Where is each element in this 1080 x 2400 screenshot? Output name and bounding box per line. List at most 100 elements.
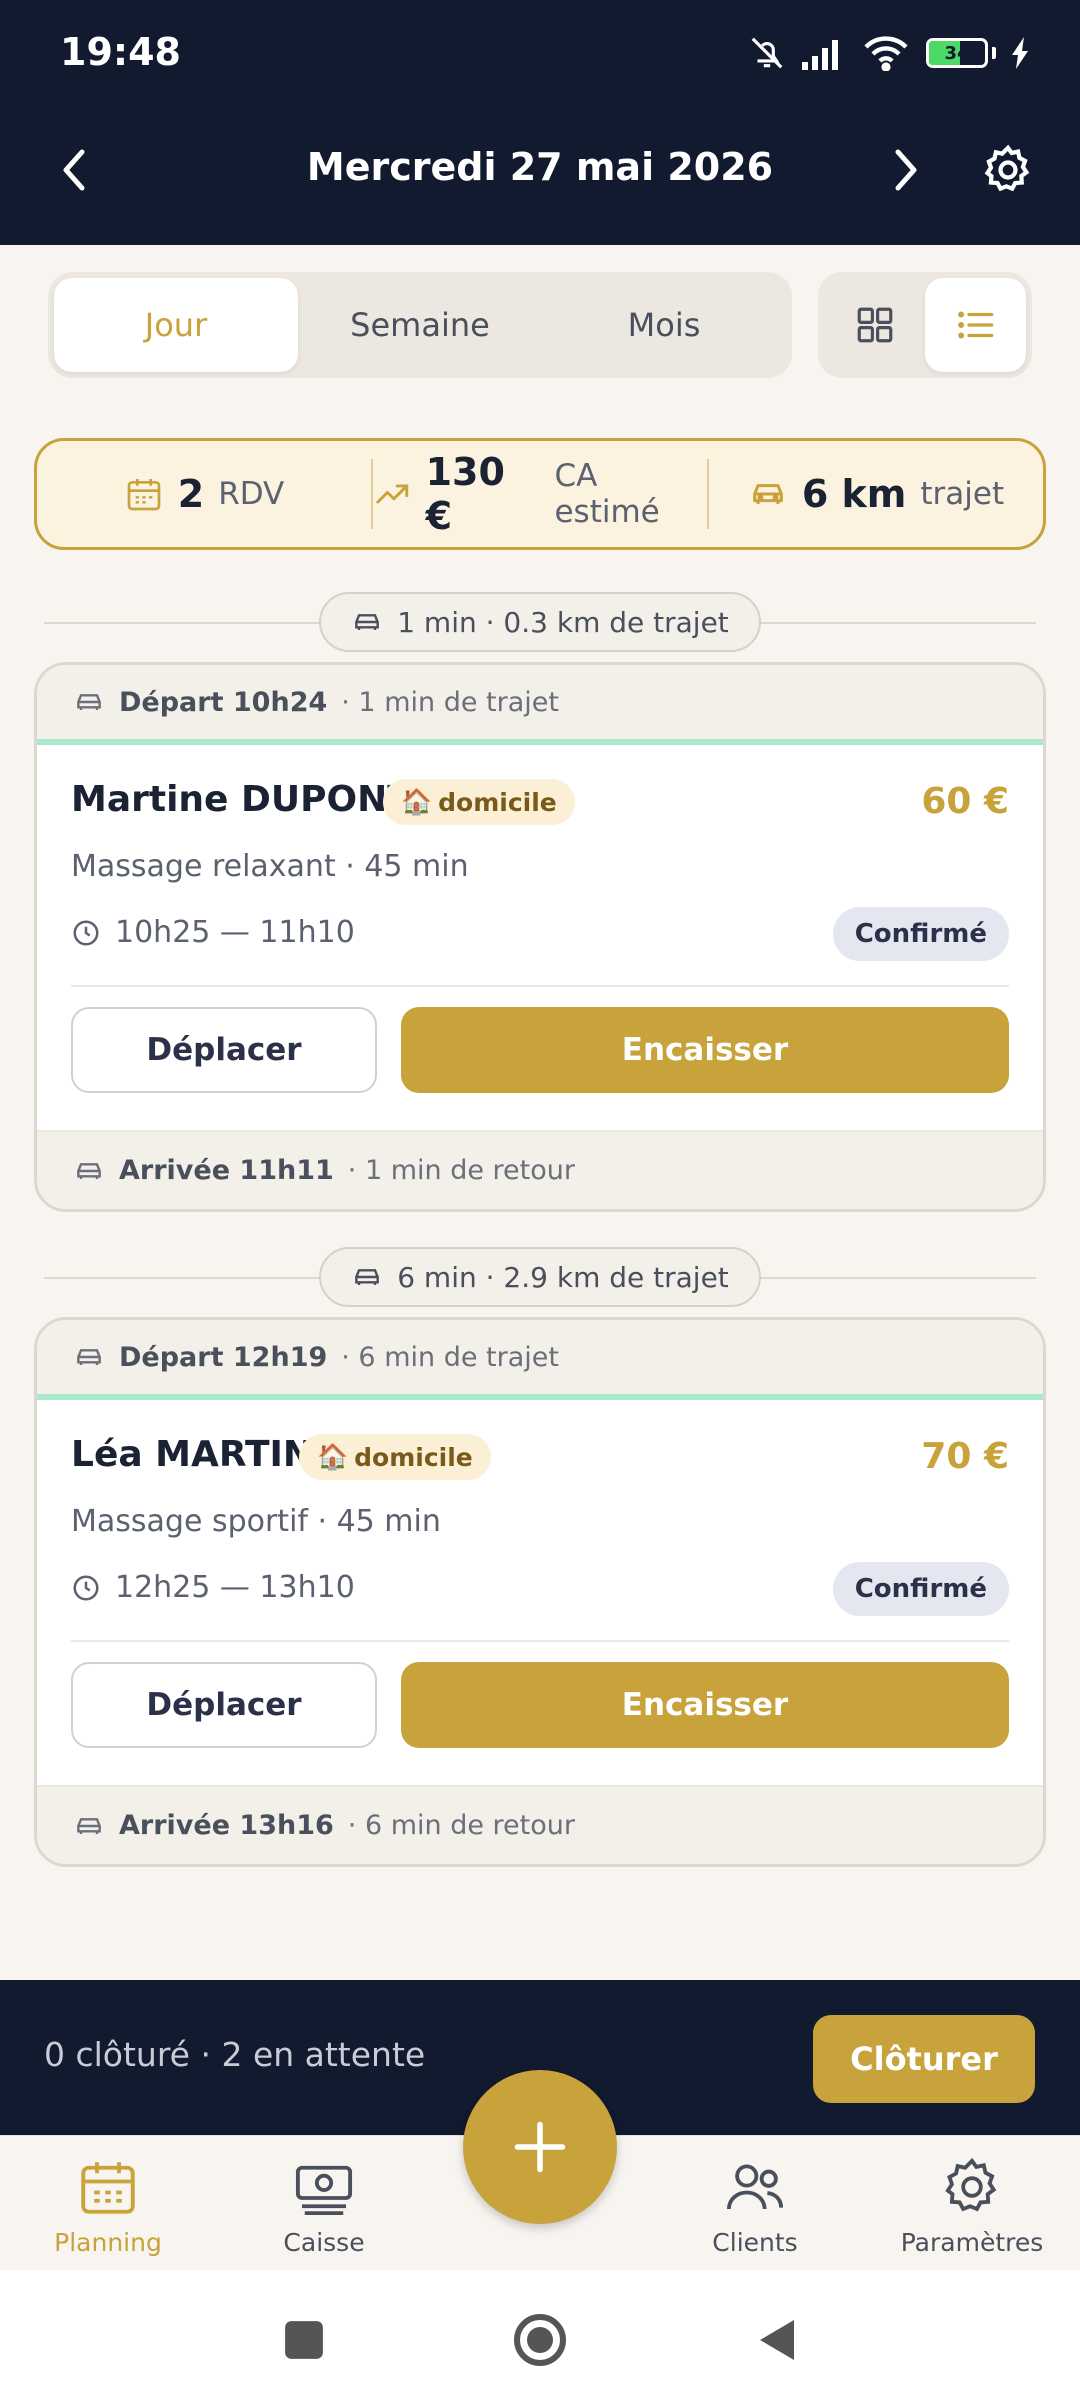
car-icon (77, 1349, 101, 1365)
car-icon (77, 694, 101, 710)
move-button[interactable]: Déplacer (71, 1662, 377, 1748)
divider (71, 1640, 1009, 1642)
house-icon: 🏠 (401, 787, 433, 816)
price: 70 € (921, 1436, 1009, 1477)
client-name: Martine DUPONT (71, 779, 412, 820)
km-label: trajet (920, 476, 1005, 512)
card-body: Léa MARTIN 🏠 domicile 70 € Massage sport… (37, 1400, 1043, 1785)
appointment-card[interactable]: Départ 12h19 · 6 min de trajet Léa MARTI… (34, 1317, 1046, 1867)
arrival-row: Arrivée 13h16 · 6 min de retour (37, 1785, 1043, 1864)
departure-row: Départ 10h24 · 1 min de trajet (37, 665, 1043, 745)
tab-jour[interactable]: Jour (54, 278, 298, 372)
move-button[interactable]: Déplacer (71, 1007, 377, 1093)
top-bar: 19:48 34 Mercredi 27 mai 2026 (0, 0, 1080, 245)
travel-divider: 1 min · 0.3 km de trajet (44, 592, 1036, 652)
summary-ca: 130 € CA estimé (371, 450, 707, 538)
client-name: Léa MARTIN (71, 1434, 314, 1475)
car-icon (355, 1269, 380, 1285)
travel-text: 1 min · 0.3 km de trajet (397, 605, 729, 639)
rdv-count: 2 (177, 472, 205, 516)
location-badge: 🏠 domicile (383, 779, 575, 825)
house-icon: 🏠 (317, 1442, 349, 1471)
location-badge: 🏠 domicile (299, 1434, 491, 1480)
divider (71, 985, 1009, 987)
departure-time: Départ 10h24 (119, 686, 328, 718)
system-nav-bar (0, 2270, 1080, 2400)
layout-toggle (818, 272, 1032, 378)
charging-icon (1012, 37, 1028, 69)
status-badge: Confirmé (832, 1562, 1009, 1616)
users-icon (726, 2164, 784, 2210)
list-view-button[interactable] (925, 278, 1026, 372)
tab-clients[interactable]: Clients (665, 2154, 845, 2257)
wifi-icon (864, 36, 908, 71)
gear-icon (945, 2157, 997, 2212)
time-range: 10h25 — 11h10 (71, 915, 355, 950)
travel-divider: 6 min · 2.9 km de trajet (44, 1247, 1036, 1307)
arrival-detail: · 1 min de retour (347, 1155, 575, 1186)
calendar-icon (81, 2162, 135, 2214)
back-triangle-icon (760, 2320, 794, 2360)
arrival-row: Arrivée 11h11 · 1 min de retour (37, 1130, 1043, 1209)
tab-semaine[interactable]: Semaine (298, 278, 542, 372)
tab-mois[interactable]: Mois (542, 278, 786, 372)
settings-gear-icon[interactable] (980, 140, 1036, 200)
cash-icon (295, 2165, 353, 2216)
rdv-label: RDV (218, 476, 285, 512)
departure-detail: · 1 min de trajet (341, 686, 559, 718)
add-appointment-button[interactable] (463, 2070, 617, 2224)
car-icon (355, 614, 380, 630)
service-info: Massage sportif · 45 min (71, 1504, 441, 1539)
summary-rdv: 2 RDV (37, 459, 371, 529)
status-badge: Confirmé (832, 907, 1009, 961)
summary-km: 6 km trajet (707, 459, 1043, 529)
trend-up-icon (376, 484, 409, 504)
clock-icon (73, 920, 99, 945)
signal-icon (802, 40, 838, 70)
calendar-icon (127, 479, 161, 511)
card-body: Martine DUPONT 🏠 domicile 60 € Massage r… (37, 745, 1043, 1130)
plus-icon (514, 2121, 566, 2173)
status-icons: 34 (748, 34, 1030, 72)
list-icon (957, 311, 993, 339)
recents-button[interactable] (274, 2310, 334, 2370)
home-button[interactable] (510, 2310, 570, 2370)
mute-bell-icon (751, 37, 783, 69)
travel-text: 6 min · 2.9 km de trajet (397, 1260, 729, 1294)
departure-time: Départ 12h19 (119, 1341, 328, 1373)
departure-detail: · 6 min de trajet (341, 1341, 559, 1373)
ca-label: CA estimé (554, 458, 660, 530)
travel-pill: 6 min · 2.9 km de trajet (319, 1247, 761, 1307)
checkout-button[interactable]: Encaisser (401, 1007, 1009, 1093)
home-circle-icon (514, 2314, 566, 2366)
car-icon (753, 484, 783, 504)
departure-row: Départ 12h19 · 6 min de trajet (37, 1320, 1043, 1400)
status-time: 19:48 (60, 30, 181, 74)
grid-view-button[interactable] (824, 278, 925, 372)
km-value: 6 km (801, 472, 907, 516)
arrival-time: Arrivée 11h11 (119, 1155, 334, 1186)
price: 60 € (921, 781, 1009, 822)
back-button[interactable] (746, 2310, 806, 2370)
view-segmented-control: Jour Semaine Mois (48, 272, 792, 378)
arrival-time: Arrivée 13h16 (119, 1810, 334, 1841)
ca-value: 130 € (425, 450, 505, 538)
battery-icon: 34 (926, 38, 996, 68)
service-info: Massage relaxant · 45 min (71, 849, 469, 884)
close-day-button[interactable]: Clôturer (813, 2015, 1035, 2103)
clock-icon (73, 1575, 99, 1600)
appointment-card[interactable]: Départ 10h24 · 1 min de trajet Martine D… (34, 662, 1046, 1212)
tab-parametres[interactable]: Paramètres (882, 2154, 1062, 2257)
tab-caisse[interactable]: Caisse (234, 2154, 414, 2257)
checkout-button[interactable]: Encaisser (401, 1662, 1009, 1748)
time-range: 12h25 — 13h10 (71, 1570, 355, 1605)
close-status-text: 0 clôturé · 2 en attente (44, 2035, 426, 2074)
tab-planning[interactable]: Planning (18, 2154, 198, 2257)
car-icon (77, 1817, 101, 1834)
grid-icon (857, 307, 892, 343)
arrival-detail: · 6 min de retour (347, 1810, 575, 1841)
square-icon (285, 2321, 323, 2359)
next-day-button[interactable] (880, 140, 930, 200)
travel-pill: 1 min · 0.3 km de trajet (319, 592, 761, 652)
car-icon (77, 1162, 101, 1179)
